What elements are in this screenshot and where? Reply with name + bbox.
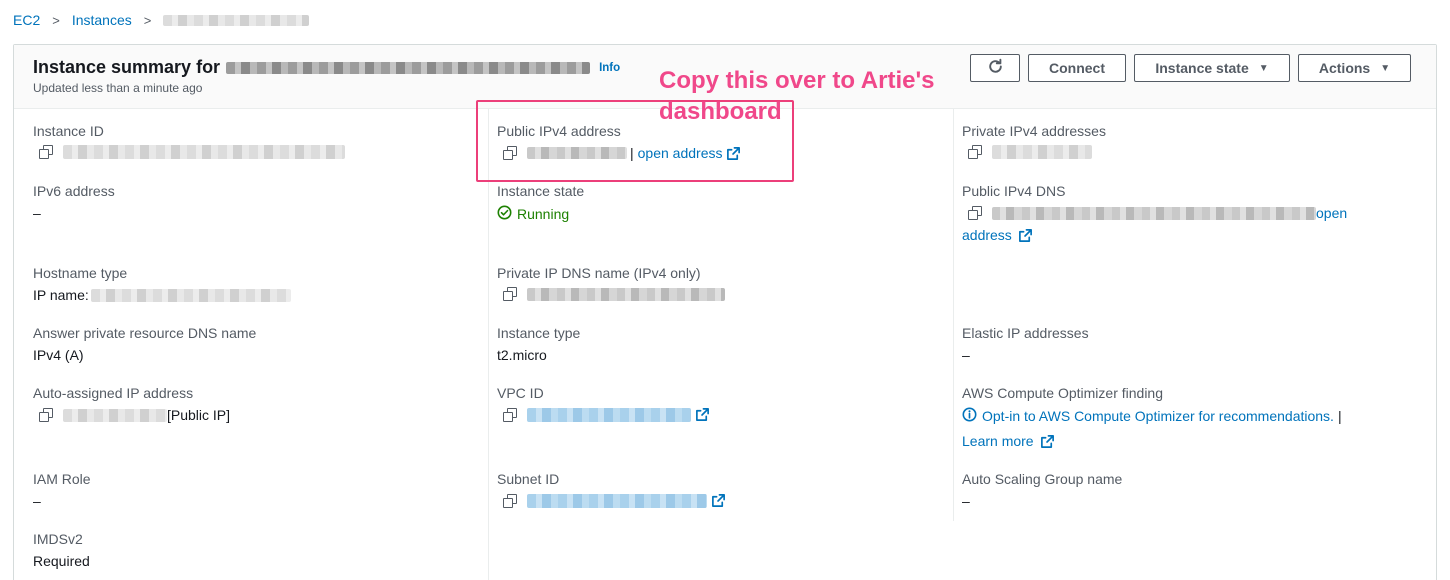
auto-ip-redacted (63, 408, 167, 422)
copy-icon[interactable] (968, 206, 982, 220)
optimizer-value: Opt-in to AWS Compute Optimizer for reco… (962, 407, 1342, 425)
public-dns-label: Public IPv4 DNS (962, 183, 1066, 199)
chevron-right-icon: > (143, 12, 152, 28)
copy-icon[interactable] (503, 493, 517, 508)
check-circle-icon (497, 205, 512, 223)
copy-icon[interactable] (503, 287, 517, 301)
caret-down-icon: ▼ (1380, 62, 1391, 74)
instance-state-dropdown[interactable]: Instance state ▼ (1134, 54, 1290, 82)
elastic-ip-value: – (962, 347, 970, 363)
ipv6-value: – (33, 205, 41, 221)
optimizer-label: AWS Compute Optimizer finding (962, 385, 1163, 401)
page-title: Instance summary for Info (33, 57, 620, 78)
annotation-text: Copy this over to Artie's dashboard (659, 65, 935, 127)
subnet-id-label: Subnet ID (497, 471, 560, 487)
subnet-id-value (503, 493, 726, 508)
info-link[interactable]: Info (599, 62, 620, 74)
hostname-prefix: IP name: (33, 287, 89, 303)
external-link-icon[interactable] (1018, 228, 1033, 243)
ipv6-label: IPv6 address (33, 183, 115, 199)
instance-summary-panel: Instance summary for Info Updated less t… (13, 44, 1437, 580)
open-link-text[interactable]: open (1316, 205, 1347, 221)
private-dns-label: Private IP DNS name (IPv4 only) (497, 265, 701, 281)
public-dns-redacted (992, 206, 1316, 220)
info-circle-icon (962, 407, 977, 425)
auto-ip-suffix: [Public IP] (167, 407, 231, 423)
asg-label: Auto Scaling Group name (962, 471, 1123, 487)
private-ipv4-redacted (992, 145, 1092, 159)
page-title-text: Instance summary for (33, 57, 221, 77)
vpc-id-label: VPC ID (497, 385, 544, 401)
imdsv2-value: Required (33, 553, 90, 569)
hostname-type-value: IP name: (33, 287, 291, 303)
chevron-right-icon: > (52, 12, 60, 28)
address-link-text[interactable]: address (962, 227, 1012, 243)
iam-role-label: IAM Role (33, 471, 91, 487)
breadcrumb-instances-link[interactable]: Instances (72, 12, 132, 28)
separator: | (1337, 408, 1342, 424)
private-ipv4-label: Private IPv4 addresses (962, 123, 1106, 139)
actions-label: Actions (1318, 60, 1371, 76)
public-dns-value: open (968, 205, 1347, 221)
hostname-type-label: Hostname type (33, 265, 128, 281)
hostname-redacted (90, 288, 291, 302)
subnet-id-link[interactable] (527, 493, 707, 508)
instance-state-field-label: Instance state (497, 183, 585, 199)
copy-icon[interactable] (39, 145, 53, 159)
annotation-line-2: dashboard (659, 98, 782, 125)
instance-name-redacted (226, 61, 591, 74)
refresh-button[interactable] (970, 54, 1020, 82)
private-dns-value (503, 287, 725, 301)
vpc-id-link[interactable] (527, 407, 691, 422)
private-ipv4-value (968, 145, 1092, 159)
vpc-id-value (503, 407, 710, 422)
breadcrumb-ec2-link[interactable]: EC2 (13, 12, 40, 28)
caret-down-icon: ▼ (1258, 62, 1269, 74)
instance-state-value: Running (497, 205, 569, 223)
instance-id-value (39, 145, 345, 159)
breadcrumb-instance-redacted (163, 14, 310, 26)
external-link-icon[interactable] (1040, 434, 1055, 449)
learn-more-wrap: Learn more (962, 433, 1055, 449)
instance-id-redacted (63, 145, 345, 159)
copy-icon[interactable] (503, 407, 517, 422)
breadcrumb: EC2 > Instances > (13, 10, 310, 30)
auto-ip-label: Auto-assigned IP address (33, 385, 194, 401)
refresh-icon (987, 58, 1004, 78)
instance-type-label: Instance type (497, 325, 581, 341)
actions-dropdown[interactable]: Actions ▼ (1298, 54, 1411, 82)
external-link-icon[interactable] (695, 407, 710, 422)
copy-icon[interactable] (39, 408, 53, 422)
imdsv2-label: IMDSv2 (33, 531, 83, 547)
elastic-ip-label: Elastic IP addresses (962, 325, 1089, 341)
column-divider (953, 109, 954, 521)
learn-more-link[interactable]: Learn more (962, 433, 1034, 449)
updated-timestamp: Updated less than a minute ago (33, 81, 203, 95)
answer-dns-label: Answer private resource DNS name (33, 325, 257, 341)
iam-role-value: – (33, 493, 41, 509)
answer-dns-value: IPv4 (A) (33, 347, 84, 363)
auto-ip-value: [Public IP] (39, 407, 230, 423)
external-link-icon[interactable] (711, 493, 726, 508)
instance-id-label: Instance ID (33, 123, 104, 139)
private-dns-redacted (527, 287, 725, 301)
public-dns-link-wrap: address (962, 227, 1033, 243)
annotation-line-1: Copy this over to Artie's (659, 67, 935, 94)
instance-type-value: t2.micro (497, 347, 547, 363)
asg-value: – (962, 493, 970, 509)
instance-state-text: Running (517, 206, 570, 222)
copy-icon[interactable] (968, 145, 982, 159)
optimizer-opt-in-link[interactable]: Opt-in to AWS Compute Optimizer for reco… (982, 408, 1334, 424)
instance-state-label: Instance state (1155, 60, 1249, 76)
connect-button[interactable]: Connect (1028, 54, 1126, 82)
